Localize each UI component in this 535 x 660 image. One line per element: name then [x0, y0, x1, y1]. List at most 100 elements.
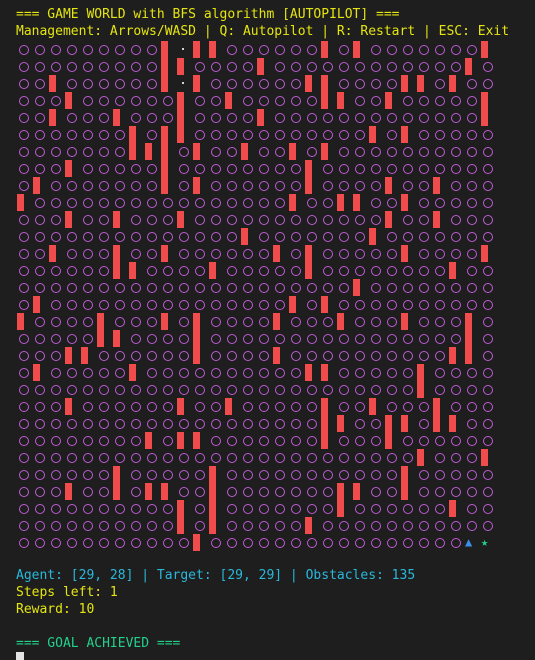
obstacle-cell	[176, 92, 192, 109]
obstacle-cell	[192, 143, 208, 160]
empty-cell	[288, 381, 304, 398]
empty-cell	[224, 279, 240, 296]
empty-cell	[400, 41, 416, 58]
empty-cell	[272, 211, 288, 228]
obstacle-cell	[320, 92, 336, 109]
empty-cell	[480, 177, 496, 194]
empty-cell	[480, 347, 496, 364]
empty-cell	[112, 313, 128, 330]
goal-message: === GOAL ACHIEVED ===	[16, 636, 181, 651]
empty-cell	[400, 160, 416, 177]
empty-cell	[368, 415, 384, 432]
obstacle-cell	[192, 177, 208, 194]
empty-cell	[336, 75, 352, 92]
obstacle-cell	[416, 75, 432, 92]
terminal-window: === GAME WORLD with BFS algorithm [AUTOP…	[0, 0, 535, 660]
empty-cell	[304, 194, 320, 211]
empty-cell	[144, 126, 160, 143]
empty-cell	[352, 177, 368, 194]
obstacle-cell	[160, 313, 176, 330]
obstacle-cell	[384, 92, 400, 109]
empty-cell	[352, 364, 368, 381]
empty-cell	[144, 160, 160, 177]
empty-cell	[192, 228, 208, 245]
empty-cell	[304, 279, 320, 296]
empty-cell	[144, 466, 160, 483]
empty-cell	[368, 500, 384, 517]
empty-cell	[112, 58, 128, 75]
empty-cell	[368, 449, 384, 466]
obstacle-cell	[224, 92, 240, 109]
empty-cell	[112, 517, 128, 534]
obstacle-cell	[304, 262, 320, 279]
steps-left: Steps left: 1	[16, 585, 118, 600]
empty-cell	[288, 517, 304, 534]
empty-cell	[432, 58, 448, 75]
obstacle-cell	[144, 143, 160, 160]
empty-cell	[432, 449, 448, 466]
empty-cell	[192, 92, 208, 109]
obstacle-cell	[112, 109, 128, 126]
empty-cell	[288, 534, 304, 551]
empty-cell	[64, 500, 80, 517]
empty-cell	[224, 245, 240, 262]
obstacle-cell	[160, 483, 176, 500]
empty-cell	[288, 449, 304, 466]
obstacle-cell	[192, 313, 208, 330]
obstacle-cell	[48, 245, 64, 262]
obstacle-cell	[416, 364, 432, 381]
empty-cell	[32, 381, 48, 398]
empty-cell	[448, 313, 464, 330]
empty-cell	[224, 41, 240, 58]
empty-cell	[352, 126, 368, 143]
empty-cell	[384, 466, 400, 483]
empty-cell	[432, 432, 448, 449]
obstacle-cell	[176, 500, 192, 517]
empty-cell	[160, 194, 176, 211]
empty-cell	[336, 160, 352, 177]
empty-cell	[176, 449, 192, 466]
empty-cell	[80, 466, 96, 483]
obstacle-cell	[416, 381, 432, 398]
empty-cell	[48, 347, 64, 364]
empty-cell	[80, 534, 96, 551]
empty-cell	[160, 296, 176, 313]
obstacle-cell	[64, 211, 80, 228]
empty-cell	[352, 381, 368, 398]
empty-cell	[192, 483, 208, 500]
empty-cell	[368, 296, 384, 313]
empty-cell	[256, 500, 272, 517]
empty-cell	[464, 296, 480, 313]
empty-cell	[400, 381, 416, 398]
empty-cell	[400, 398, 416, 415]
obstacle-cell	[64, 347, 80, 364]
empty-cell	[320, 381, 336, 398]
empty-cell	[336, 228, 352, 245]
obstacle-cell	[336, 92, 352, 109]
empty-cell	[48, 279, 64, 296]
empty-cell	[288, 262, 304, 279]
reward: Reward: 10	[16, 602, 95, 617]
empty-cell	[352, 75, 368, 92]
obstacle-cell	[240, 143, 256, 160]
empty-cell	[64, 75, 80, 92]
empty-cell	[112, 126, 128, 143]
terminal-cursor[interactable]	[16, 652, 24, 660]
empty-cell	[80, 432, 96, 449]
empty-cell	[336, 279, 352, 296]
empty-cell	[400, 177, 416, 194]
empty-cell	[320, 279, 336, 296]
empty-cell	[288, 364, 304, 381]
empty-cell	[352, 109, 368, 126]
empty-cell	[224, 143, 240, 160]
empty-cell	[352, 296, 368, 313]
empty-cell	[384, 75, 400, 92]
empty-cell	[208, 75, 224, 92]
empty-cell	[240, 211, 256, 228]
empty-cell	[64, 381, 80, 398]
empty-cell	[352, 313, 368, 330]
empty-cell	[240, 466, 256, 483]
empty-cell	[176, 279, 192, 296]
empty-cell	[16, 432, 32, 449]
empty-cell	[368, 177, 384, 194]
